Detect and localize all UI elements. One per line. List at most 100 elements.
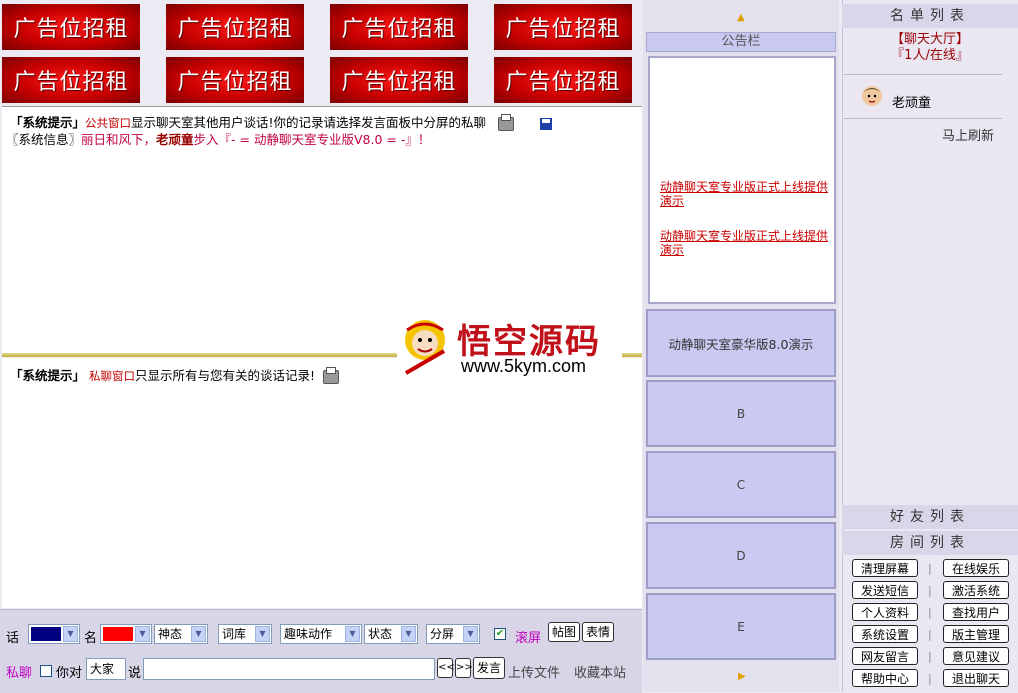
private-chat-pane[interactable]: 「系统提示」 私聊窗口只显示所有与您有关的谈话记录! bbox=[2, 358, 642, 608]
moderator-button[interactable]: 版主管理 bbox=[943, 625, 1009, 643]
system-tip-text: 显示聊天室其他用户谈话!你的记录请选择发言面板中分屏的私聊 bbox=[131, 115, 487, 130]
notice-board: 动静聊天室专业版正式上线提供演示 动静聊天室专业版正式上线提供演示 bbox=[648, 56, 836, 304]
next-button[interactable]: >> bbox=[455, 658, 473, 678]
action-select-value: 趣味动作 bbox=[284, 627, 333, 641]
arrow-up-icon[interactable]: ▲ bbox=[737, 12, 745, 23]
system-info-line: 〖系统信息〗丽日和风下，老顽童步入『- = 动静聊天室专业版V8.0 = -』！ bbox=[6, 131, 430, 148]
system-tip-text: 只显示所有与您有关的谈话记录! bbox=[135, 368, 316, 383]
activate-button[interactable]: 激活系统 bbox=[943, 581, 1009, 599]
window-label: 私聊窗口 bbox=[89, 369, 135, 383]
private-tip-line: 「系统提示」 私聊窗口只显示所有与您有关的谈话记录! bbox=[10, 366, 339, 385]
scroll-label: 滚屏 bbox=[515, 631, 542, 646]
ad-banner[interactable]: 广告位招租 bbox=[166, 57, 304, 103]
mood-select[interactable]: 神态 ▼ bbox=[154, 624, 208, 644]
message-input[interactable] bbox=[143, 658, 435, 680]
rooms-list-header[interactable]: 房间列表 bbox=[842, 531, 1018, 555]
name-color-label: 名 bbox=[84, 631, 98, 646]
upload-link[interactable]: 上传文件 bbox=[508, 662, 560, 681]
ad-banner[interactable]: 广告位招租 bbox=[494, 4, 632, 50]
bookmark-link[interactable]: 收藏本站 bbox=[574, 662, 626, 681]
chevron-down-icon: ▼ bbox=[255, 626, 270, 642]
separator: | bbox=[928, 650, 932, 663]
private-label: 私聊 bbox=[6, 666, 33, 681]
arrow-right-icon[interactable]: ▶ bbox=[738, 671, 746, 682]
clear-screen-button[interactable]: 清理屏幕 bbox=[852, 559, 918, 577]
split-select-value: 分屏 bbox=[430, 627, 455, 641]
online-user[interactable]: 老顽童 bbox=[892, 92, 931, 111]
guestbook-button[interactable]: 网友留言 bbox=[852, 647, 918, 665]
system-tip-line: 「系统提示」公共窗口显示聊天室其他用户谈话!你的记录请选择发言面板中分屏的私聊 bbox=[10, 113, 552, 132]
friends-list-header[interactable]: 好友列表 bbox=[842, 505, 1018, 529]
user-name[interactable]: 老顽童 bbox=[156, 132, 194, 147]
feedback-button[interactable]: 意见建议 bbox=[943, 647, 1009, 665]
ad-banner[interactable]: 广告位招租 bbox=[2, 4, 140, 50]
divider bbox=[844, 74, 1002, 75]
chevron-down-icon: ▼ bbox=[135, 626, 150, 642]
say-color-select[interactable]: ▼ bbox=[28, 624, 80, 644]
mid-box-demo[interactable]: 动静聊天室豪华版8.0演示 bbox=[646, 309, 836, 377]
you-to-label: 你对 bbox=[56, 666, 83, 681]
entertainment-button[interactable]: 在线娱乐 bbox=[943, 559, 1009, 577]
separator: | bbox=[928, 584, 932, 597]
ad-banner[interactable]: 广告位招租 bbox=[166, 4, 304, 50]
separator: | bbox=[928, 672, 932, 685]
ad-banner[interactable]: 广告位招租 bbox=[330, 4, 468, 50]
print-icon[interactable] bbox=[323, 366, 339, 384]
mid-box-b[interactable]: B bbox=[646, 380, 836, 447]
private-checkbox[interactable] bbox=[40, 665, 52, 677]
status-select[interactable]: 状态 ▼ bbox=[364, 624, 418, 644]
find-user-button[interactable]: 查找用户 bbox=[943, 603, 1009, 621]
notice-link[interactable]: 动静聊天室专业版正式上线提供演示 bbox=[660, 229, 830, 257]
chevron-down-icon: ▼ bbox=[63, 626, 78, 642]
user-avatar-icon bbox=[862, 86, 882, 106]
profile-button[interactable]: 个人资料 bbox=[852, 603, 918, 621]
status-select-value: 状态 bbox=[368, 627, 393, 641]
say-label: 说 bbox=[128, 666, 142, 681]
send-button[interactable]: 发言 bbox=[473, 657, 505, 679]
emotion-button[interactable]: 表情 bbox=[582, 622, 614, 642]
sticker-button[interactable]: 帖图 bbox=[548, 622, 580, 642]
ad-banner[interactable]: 广告位招租 bbox=[494, 57, 632, 103]
ad-banner[interactable]: 广告位招租 bbox=[2, 57, 140, 103]
mid-box-c[interactable]: C bbox=[646, 451, 836, 518]
chevron-down-icon: ▼ bbox=[345, 626, 360, 642]
help-button[interactable]: 帮助中心 bbox=[852, 669, 918, 687]
refresh-link[interactable]: 马上刷新 bbox=[942, 125, 994, 144]
notice-link[interactable]: 动静聊天室专业版正式上线提供演示 bbox=[660, 180, 830, 208]
watermark: 悟空源码 www.5kym.com bbox=[397, 312, 622, 380]
settings-button[interactable]: 系统设置 bbox=[852, 625, 918, 643]
ad-area: 广告位招租 广告位招租 广告位招租 广告位招租 广告位招租 广告位招租 广告位招… bbox=[0, 0, 642, 104]
action-select[interactable]: 趣味动作 ▼ bbox=[280, 624, 362, 644]
system-tip-tag: 「系统提示」 bbox=[10, 368, 86, 383]
save-icon[interactable] bbox=[540, 117, 552, 130]
exit-chat-button[interactable]: 退出聊天 bbox=[943, 669, 1009, 687]
system-info-prefix: 丽日和风下， bbox=[81, 132, 157, 147]
send-sms-button[interactable]: 发送短信 bbox=[852, 581, 918, 599]
name-color-select[interactable]: ▼ bbox=[100, 624, 152, 644]
lexicon-select[interactable]: 词库 ▼ bbox=[218, 624, 272, 644]
input-toolbar: 话 ▼ 名 ▼ 神态 ▼ 词库 ▼ 趣味动作 ▼ 状态 ▼ 分屏 ▼ ✔ 滚屏 … bbox=[0, 609, 642, 693]
separator: | bbox=[928, 628, 932, 641]
system-info-text: 步入『- = 动静聊天室专业版V8.0 = -』！ bbox=[193, 132, 431, 147]
print-icon[interactable] bbox=[498, 113, 515, 131]
mid-box-e[interactable]: E bbox=[646, 593, 836, 660]
system-tip-tag: 「系统提示」 bbox=[10, 115, 86, 130]
room-info: 【聊天大厅】 『1人/在线』 bbox=[842, 32, 1018, 64]
target-field[interactable]: 大家 bbox=[86, 658, 126, 680]
watermark-url: www.5kym.com bbox=[461, 356, 587, 376]
avatar[interactable] bbox=[860, 84, 884, 108]
chevron-down-icon: ▼ bbox=[191, 626, 206, 642]
lexicon-select-value: 词库 bbox=[222, 627, 247, 641]
separator: | bbox=[928, 562, 932, 575]
say-color-swatch bbox=[31, 627, 61, 641]
mid-box-d[interactable]: D bbox=[646, 522, 836, 589]
split-select[interactable]: 分屏 ▼ bbox=[426, 624, 480, 644]
scroll-checkbox[interactable]: ✔ bbox=[494, 628, 506, 640]
chevron-down-icon: ▼ bbox=[463, 626, 478, 642]
ad-banner[interactable]: 广告位招租 bbox=[330, 57, 468, 103]
prev-button[interactable]: << bbox=[437, 658, 455, 678]
room-name[interactable]: 【聊天大厅】 bbox=[842, 32, 1018, 48]
say-color-label: 话 bbox=[6, 631, 20, 646]
chevron-down-icon: ▼ bbox=[401, 626, 416, 642]
window-label: 公共窗口 bbox=[85, 116, 132, 130]
